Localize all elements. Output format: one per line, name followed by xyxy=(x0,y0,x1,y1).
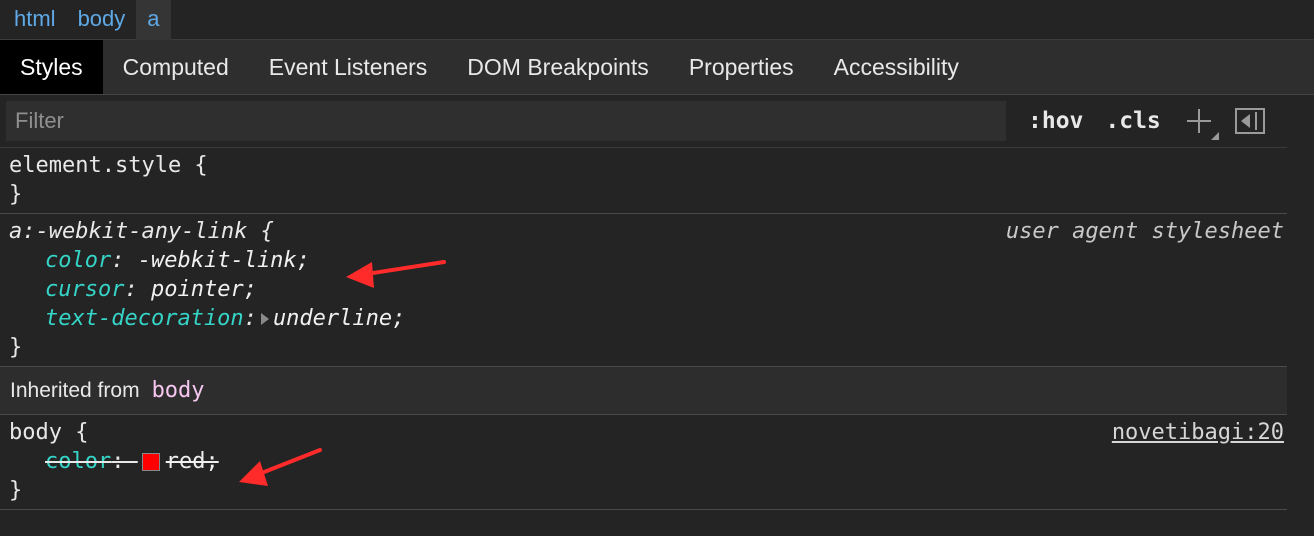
tab-properties[interactable]: Properties xyxy=(669,40,814,94)
tab-event-listeners[interactable]: Event Listeners xyxy=(249,40,448,94)
rule-source: user agent stylesheet xyxy=(1005,219,1284,244)
rule-webkit-any-link: a:-webkit-any-link { user agent styleshe… xyxy=(0,214,1314,367)
rule-source-link[interactable]: novetibagi:20 xyxy=(1112,418,1284,447)
property-name[interactable]: text-decoration xyxy=(45,306,244,331)
tab-styles[interactable]: Styles xyxy=(0,40,103,94)
tab-dom-breakpoints[interactable]: DOM Breakpoints xyxy=(447,40,669,94)
styles-toolbar: :hov .cls xyxy=(0,95,1314,148)
rule-close-brace: } xyxy=(9,182,23,207)
tab-accessibility[interactable]: Accessibility xyxy=(814,40,979,94)
dropdown-triangle-icon xyxy=(1210,132,1219,140)
plus-icon[interactable] xyxy=(1186,108,1219,140)
rule-close-brace: } xyxy=(9,335,23,360)
filter-input[interactable] xyxy=(6,101,1006,141)
rule-selector: element.style { xyxy=(9,153,208,178)
inherited-from-header: Inherited from body xyxy=(0,367,1314,415)
expand-triangle-icon[interactable] xyxy=(260,313,269,325)
breadcrumb-a[interactable]: a xyxy=(136,0,171,40)
breadcrumb-html[interactable]: html xyxy=(3,0,67,40)
rule-element-style: element.style { } xyxy=(0,148,1314,214)
tab-computed[interactable]: Computed xyxy=(103,40,249,94)
panel-tabs: Styles Computed Event Listeners DOM Brea… xyxy=(0,40,1314,95)
rule-close-brace: } xyxy=(9,478,23,503)
hov-button[interactable]: :hov xyxy=(1028,108,1083,134)
cls-button[interactable]: .cls xyxy=(1105,108,1160,134)
property-value[interactable]: -webkit-link; xyxy=(138,248,310,273)
inherited-tag-link[interactable]: body xyxy=(152,378,205,403)
inherited-label: Inherited from xyxy=(10,378,140,402)
rule-body: body { novetibagi:20 color: red; } xyxy=(0,415,1314,510)
property-value[interactable]: pointer; xyxy=(151,277,257,302)
rule-selector: body { xyxy=(9,420,89,445)
sidebar-toggle-icon[interactable] xyxy=(1234,108,1265,134)
property-name[interactable]: cursor xyxy=(45,277,124,302)
declaration-color[interactable]: color: -webkit-link; xyxy=(9,246,1305,275)
declaration-text-decoration[interactable]: text-decoration: underline; xyxy=(9,304,1305,333)
property-value[interactable]: red; xyxy=(166,449,219,474)
property-value[interactable]: underline; xyxy=(273,306,405,331)
declaration-color-overridden[interactable]: color: red; xyxy=(9,447,1305,476)
property-name[interactable]: color xyxy=(45,449,111,474)
declaration-cursor[interactable]: cursor: pointer; xyxy=(9,275,1305,304)
color-swatch-icon[interactable] xyxy=(141,453,160,471)
scrollbar-track[interactable] xyxy=(1287,96,1314,536)
property-name[interactable]: color xyxy=(45,248,111,273)
breadcrumb-body[interactable]: body xyxy=(67,0,137,40)
breadcrumb: html body a xyxy=(0,0,1314,40)
